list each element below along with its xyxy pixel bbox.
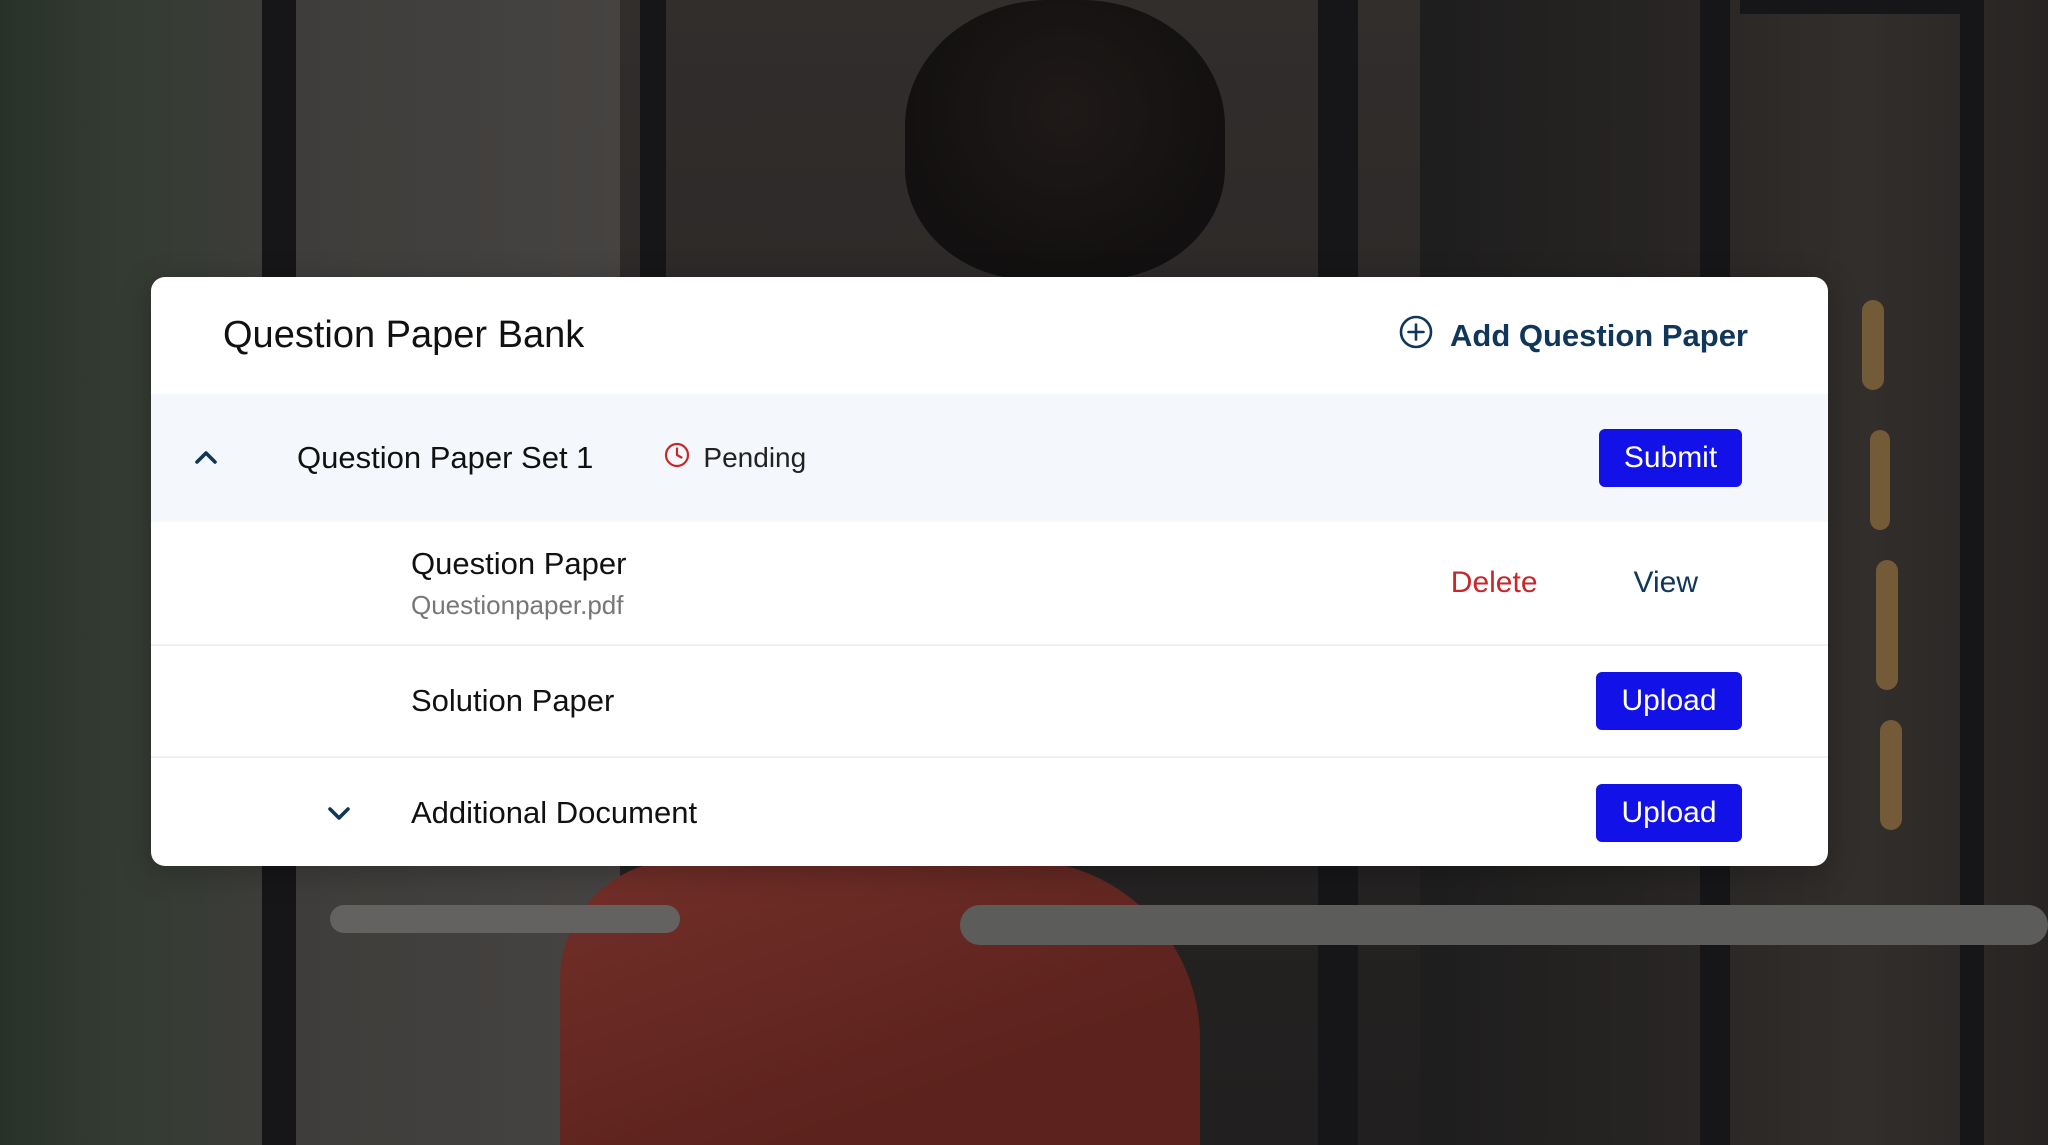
question-paper-bank-card: Question Paper Bank Add Question Paper Q…	[151, 277, 1828, 866]
chevron-up-icon[interactable]	[187, 439, 225, 477]
question-paper-info: Question Paper Questionpaper.pdf	[411, 546, 626, 621]
list-item-additional-document: Additional Document Upload	[151, 758, 1828, 866]
background-photo: Question Paper Bank Add Question Paper Q…	[0, 0, 2048, 1145]
submit-button[interactable]: Submit	[1599, 429, 1742, 487]
list-item-solution-paper: Solution Paper Upload	[151, 646, 1828, 758]
add-question-paper-label: Add Question Paper	[1450, 317, 1748, 353]
chevron-down-icon[interactable]	[321, 795, 357, 831]
plus-circle-icon	[1398, 314, 1434, 358]
view-link[interactable]: View	[1634, 566, 1698, 600]
document-title: Additional Document	[411, 795, 698, 830]
status-badge: Pending	[663, 441, 806, 476]
question-paper-set-row: Question Paper Set 1 Pending Submit	[151, 394, 1828, 522]
card-header: Question Paper Bank Add Question Paper	[151, 277, 1828, 394]
page-title: Question Paper Bank	[223, 314, 585, 356]
clock-icon	[663, 441, 691, 476]
upload-solution-button[interactable]: Upload	[1596, 672, 1742, 730]
list-item-question-paper: Question Paper Questionpaper.pdf Delete …	[151, 522, 1828, 646]
document-filename: Questionpaper.pdf	[411, 589, 624, 620]
add-question-paper-button[interactable]: Add Question Paper	[1398, 314, 1748, 358]
upload-additional-button[interactable]: Upload	[1596, 784, 1742, 842]
delete-link[interactable]: Delete	[1451, 566, 1538, 600]
set-name: Question Paper Set 1	[297, 440, 594, 475]
status-text: Pending	[703, 442, 807, 473]
document-title: Solution Paper	[411, 683, 615, 718]
document-title: Question Paper	[411, 545, 627, 581]
